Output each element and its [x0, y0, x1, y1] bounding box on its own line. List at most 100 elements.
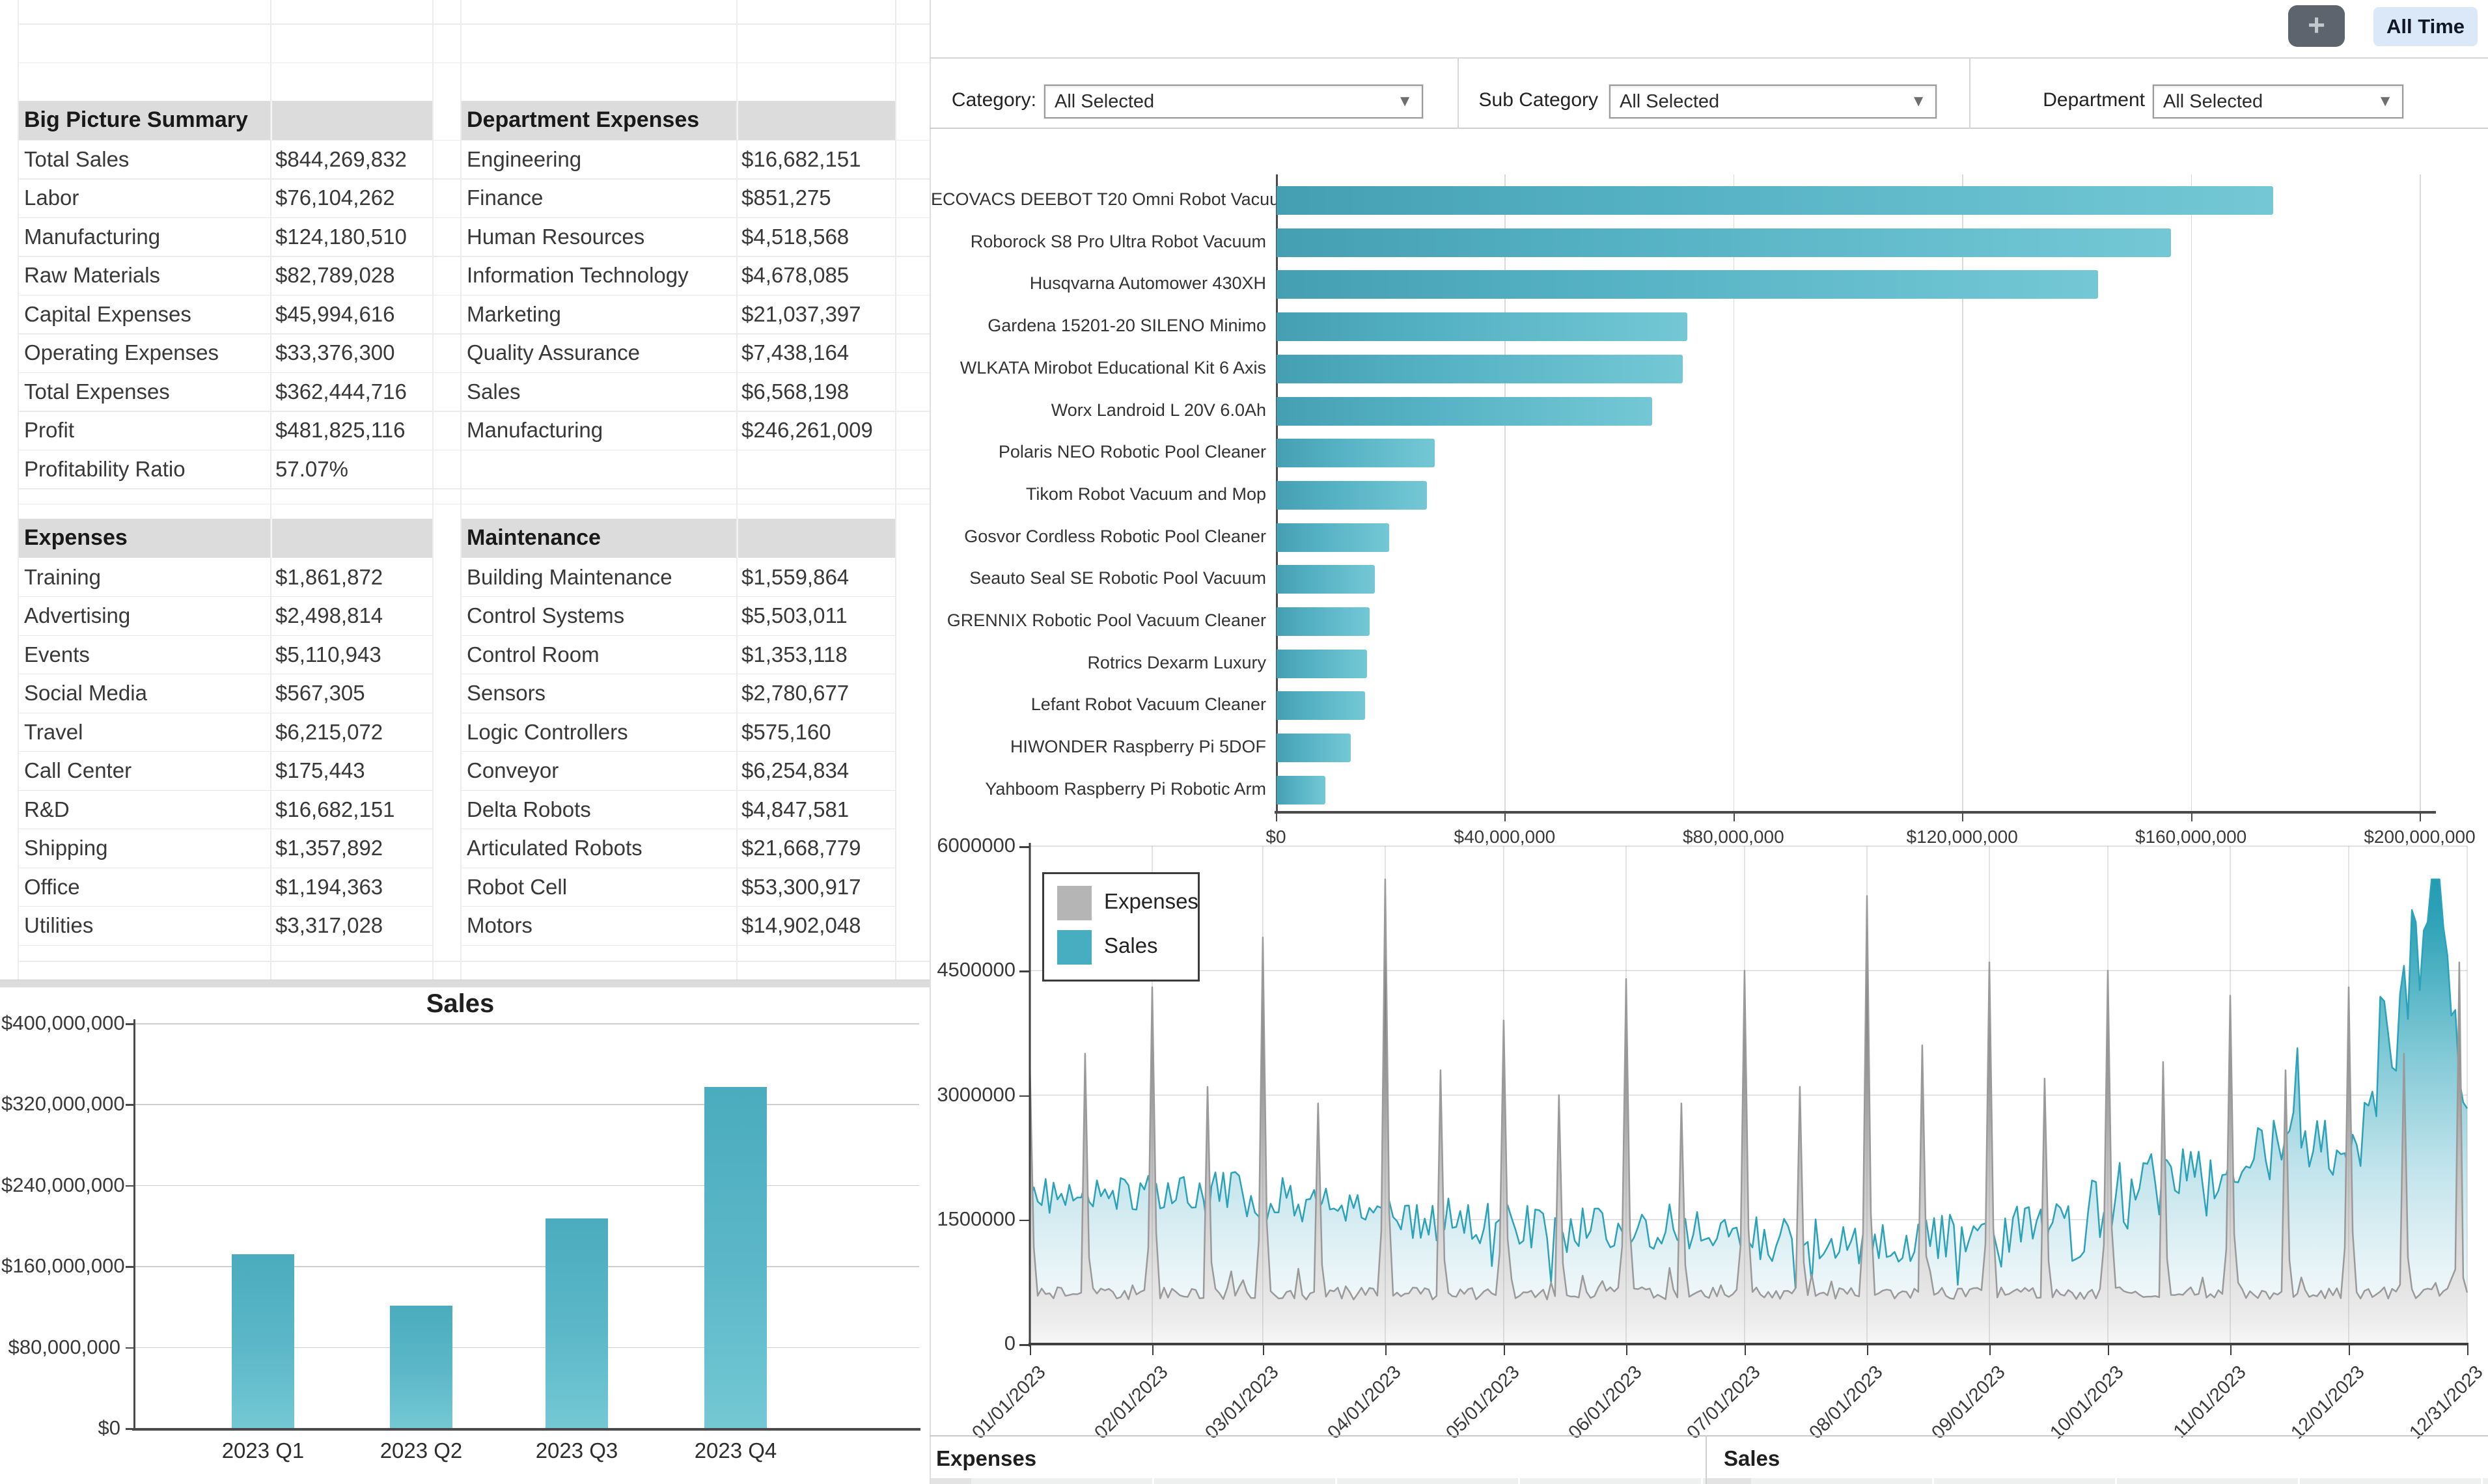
table-row: Profit$481,825,116: [18, 411, 432, 450]
row-label: Raw Materials: [24, 256, 268, 295]
product-sales-bar-chart: $0$40,000,000$80,000,000$120,000,000$160…: [931, 130, 2488, 846]
bar-category-label: Gosvor Cordless Robotic Pool Cleaner: [931, 527, 1266, 547]
row-value: $481,825,116: [275, 411, 430, 450]
bar-category-label: GRENNIX Robotic Pool Vacuum Cleaner: [931, 611, 1266, 631]
table-row: Building Maintenance$1,559,864: [460, 558, 895, 598]
row-value: $7,438,164: [741, 333, 892, 372]
sheet-gridline: [270, 0, 271, 980]
table-row: Raw Materials$82,789,028: [18, 256, 432, 295]
row-label: Conveyor: [467, 751, 734, 790]
table-title: Department Expenses: [467, 101, 699, 140]
bar-category-label: Lefant Robot Vacuum Cleaner: [931, 694, 1266, 715]
row-value: $5,110,943: [275, 635, 430, 674]
filter-row-bottom-border: [930, 128, 2488, 129]
category-filter-value: All Selected: [1055, 86, 1154, 117]
bar: [1277, 481, 1427, 510]
row-value: $21,668,779: [741, 829, 892, 868]
plus-icon: +: [2308, 8, 2325, 42]
tick: [1030, 1344, 1031, 1355]
table-row: Delta Robots$4,847,581: [460, 790, 895, 830]
table-row: Call Center$175,443: [18, 751, 432, 791]
table-row: Control Systems$5,503,011: [460, 596, 895, 636]
bar: [546, 1218, 608, 1428]
row-label: Logic Controllers: [467, 713, 734, 752]
y-tick-label: 3000000: [931, 1083, 1016, 1106]
sheet-gridline: [18, 961, 930, 962]
bar: [1277, 650, 1367, 678]
y-tick-label: $160,000,000: [1, 1254, 120, 1278]
table-title: Big Picture Summary: [24, 101, 248, 140]
row-value: $76,104,262: [275, 178, 430, 217]
y-tick-label: $240,000,000: [1, 1174, 120, 1197]
add-button[interactable]: +: [2288, 5, 2345, 47]
row-value: $2,780,677: [741, 674, 892, 713]
tick: [1504, 1344, 1505, 1355]
table-row: Logic Controllers$575,160: [460, 713, 895, 752]
row-label: Articulated Robots: [467, 829, 734, 868]
row-label: Control Room: [467, 635, 734, 674]
bar-category-label: Rotrics Dexarm Luxury: [931, 653, 1266, 673]
table-title: Maintenance: [467, 519, 601, 558]
row-value: $33,376,300: [275, 333, 430, 372]
table-row: Operating Expenses$33,376,300: [18, 333, 432, 373]
tick: [126, 1023, 133, 1025]
all-time-button[interactable]: All Time: [2373, 7, 2478, 46]
tick: [1019, 1344, 1030, 1346]
x-axis: [132, 1428, 920, 1431]
y-tick-label: $80,000,000: [1, 1336, 120, 1359]
bar-category-label: WLKATA Mirobot Educational Kit 6 Axis: [931, 358, 1266, 378]
row-label: Office: [24, 868, 268, 907]
table-header: Maintenance: [460, 519, 895, 558]
row-value: $16,682,151: [275, 790, 430, 829]
sheet-gridline: [18, 0, 19, 980]
bar: [1277, 734, 1351, 762]
bar: [1277, 439, 1435, 467]
bar-category-label: Worx Landroid L 20V 6.0Ah: [931, 400, 1266, 420]
y-tick-label: 4500000: [931, 958, 1016, 982]
table-row: Events$5,110,943: [18, 635, 432, 675]
row-label: Total Expenses: [24, 372, 268, 411]
bar: [1277, 691, 1365, 720]
row-label: Utilities: [24, 906, 268, 945]
bar-category-label: Tikom Robot Vacuum and Mop: [931, 484, 1266, 504]
filter-row-top-border: [930, 57, 2488, 59]
gridline: [133, 1104, 919, 1105]
bar-category-label: Roborock S8 Pro Ultra Robot Vacuum: [931, 232, 1266, 252]
x-category-label: 2023 Q1: [198, 1438, 328, 1463]
bar: [1277, 312, 1687, 341]
bar-category-label: Husqvarna Automower 430XH: [931, 273, 1266, 294]
chevron-down-icon: ▼: [1911, 86, 1926, 117]
table-row: Advertising$2,498,814: [18, 596, 432, 636]
table-row: Labor$76,104,262: [18, 178, 432, 218]
category-filter-dropdown[interactable]: All Selected ▼: [1044, 85, 1423, 118]
table-header: Expenses: [18, 519, 432, 558]
quarterly-chart-title: Sales: [395, 989, 525, 1019]
table-row: Articulated Robots$21,668,779: [460, 829, 895, 868]
table-row: Marketing$21,037,397: [460, 295, 895, 335]
tick: [126, 1104, 133, 1106]
tick: [1152, 1344, 1154, 1355]
row-value: $1,194,363: [275, 868, 430, 907]
tick: [2349, 1344, 2350, 1355]
row-label: Sales: [467, 372, 734, 411]
chart-legend: Expenses Sales: [1042, 872, 1200, 982]
row-value: $3,317,028: [275, 906, 430, 945]
row-value: $21,037,397: [741, 295, 892, 334]
row-value: $4,518,568: [741, 217, 892, 256]
table-row: Total Expenses$362,444,716: [18, 372, 432, 412]
row-value: $851,275: [741, 178, 892, 217]
department-filter-dropdown[interactable]: All Selected ▼: [2153, 85, 2403, 118]
sheet-gridline: [895, 0, 896, 980]
tick: [1989, 1344, 1991, 1355]
expenses-legend-swatch: [1057, 886, 1092, 920]
tick: [1019, 970, 1030, 972]
bar: [1277, 776, 1325, 804]
subcategory-filter-dropdown[interactable]: All Selected ▼: [1609, 85, 1937, 118]
row-value: 57.07%: [275, 450, 430, 489]
table-row: Conveyor$6,254,834: [460, 751, 895, 791]
y-tick-label: $0: [1, 1416, 120, 1440]
bar-category-label: ECOVACS DEEBOT T20 Omni Robot Vacuum: [931, 189, 1266, 210]
row-label: Call Center: [24, 751, 268, 790]
y-tick-label: $320,000,000: [1, 1092, 120, 1116]
row-value: $53,300,917: [741, 868, 892, 907]
